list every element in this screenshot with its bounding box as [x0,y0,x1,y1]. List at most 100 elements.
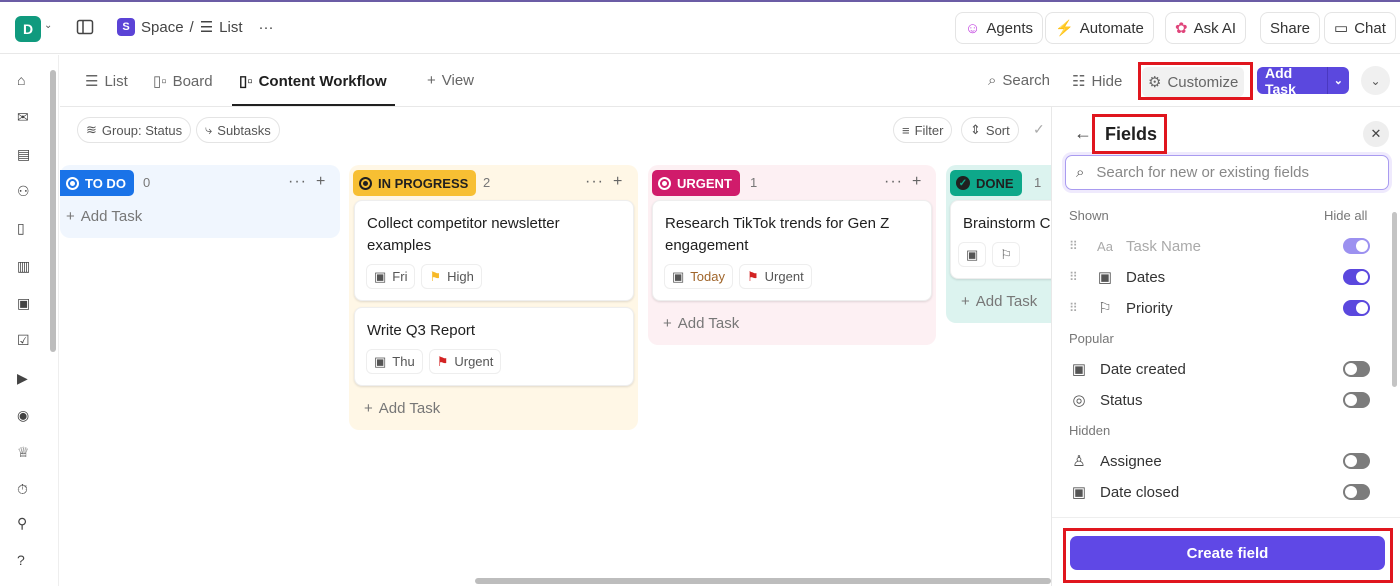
add-task-link[interactable]: + Add Task [663,315,739,332]
workspace-avatar[interactable]: D [15,16,41,42]
task-title: Brainstorm C [963,215,1051,232]
goals-icon[interactable]: ♕ [17,444,37,464]
field-row-dates: ⠿ ▣ Dates [1069,265,1370,289]
status-icon [66,176,79,190]
plus-icon[interactable]: + [912,173,922,191]
dashboards-icon[interactable]: ▥ [17,258,37,278]
subtasks-icon: ⤷ [205,122,213,137]
sidebar-scrollbar[interactable] [50,70,56,352]
subtasks-button[interactable]: ⤷ Subtasks [196,117,280,143]
share-button[interactable]: Share [1260,12,1321,44]
breadcrumb-list[interactable]: List [219,19,242,36]
task-card[interactable]: Write Q3 Report ▣ Thu ⚑ Urgent [354,307,634,386]
field-search-input[interactable]: ⌕ Search for new or existing fields [1065,155,1389,190]
task-card[interactable]: Collect competitor newsletter examples ▣… [354,200,634,301]
panel-scrollbar[interactable] [1392,212,1397,387]
tab-content-workflow[interactable]: ▯▫ Content Workflow [239,72,387,91]
whiteboards-icon[interactable]: ▣ [17,295,37,315]
tab-label: List [104,72,128,90]
flag-icon: ⚐ [1000,246,1012,262]
drag-handle-icon[interactable]: ⠿ [1069,239,1079,253]
date-chip[interactable]: ▣ Fri [366,264,416,289]
docs-icon[interactable]: ▯ [17,220,37,240]
field-toggle[interactable] [1343,238,1370,254]
add-task-link[interactable]: + Add Task [364,400,440,417]
date-chip[interactable]: ▣ Thu [366,349,423,374]
date-chip[interactable]: ▣ Today [664,264,733,289]
chevron-down-icon[interactable]: ⌄ [44,20,52,31]
automate-button[interactable]: ⚡ Automate [1045,12,1154,44]
priority-chip[interactable]: ⚑ High [421,264,482,289]
clips-icon[interactable]: ▶ [17,370,37,390]
horizontal-scrollbar[interactable] [475,578,1051,584]
chevron-down-icon[interactable]: ⌄ [1326,67,1349,94]
status-badge: TO DO [60,170,134,196]
calendar-icon: ▣ [672,268,685,284]
sort-button[interactable]: ⇕ Sort [961,117,1019,143]
close-icon[interactable]: ✕ [1363,121,1389,147]
breadcrumb-separator: / [189,18,194,36]
field-toggle[interactable] [1343,453,1370,469]
task-card[interactable]: Research TikTok trends for Gen Z engagem… [652,200,932,301]
add-view-button[interactable]: + View [427,72,474,89]
more-icon[interactable]: ··· [884,173,903,191]
forms-icon[interactable]: ☑ [17,332,37,352]
add-task-label: Add Task [80,208,143,225]
home-icon[interactable]: ⌂ [17,72,37,92]
drag-handle-icon[interactable]: ⠿ [1069,301,1079,315]
plus-icon[interactable]: + [613,173,623,191]
add-task-link[interactable]: + Add Task [961,293,1037,310]
ask-ai-button[interactable]: ✿ Ask AI [1165,12,1247,44]
help-icon[interactable]: ? [17,552,37,572]
field-toggle[interactable] [1343,300,1370,316]
add-task-button[interactable]: Add Task ⌄ [1257,64,1349,97]
add-task-link[interactable]: + Add Task [66,208,142,225]
group-status-button[interactable]: ≋ Group: Status [77,117,192,143]
hide-all-button[interactable]: Hide all [1324,208,1367,223]
collapse-chevron-icon[interactable]: ⌄ [1361,66,1390,95]
more-icon[interactable]: ··· [259,19,274,36]
chat-button[interactable]: ▭ Chat [1324,12,1396,44]
filter-button[interactable]: ≡ Filter [893,117,953,143]
teams-icon[interactable]: ⚇ [17,183,37,203]
tab-label: View [441,72,475,89]
inbox-icon[interactable]: ✉ [17,109,37,129]
agents-button[interactable]: ☺ Agents [955,12,1044,44]
priority-chip[interactable]: ⚐ [992,242,1020,267]
field-toggle[interactable] [1343,361,1370,377]
sidebar-toggle-icon[interactable] [76,18,94,36]
date-chip[interactable]: ▣ [958,242,987,267]
plus-icon: + [66,208,75,225]
field-toggle[interactable] [1343,269,1370,285]
field-toggle[interactable] [1343,392,1370,408]
timesheets-icon[interactable]: ⏱ [17,481,37,501]
breadcrumb-space[interactable]: Space [141,19,184,36]
field-row-assignee: ♙ Assignee [1069,449,1370,473]
more-icon[interactable]: ··· [288,173,307,191]
priority-chip[interactable]: ⚑ Urgent [739,264,812,289]
chat-icon[interactable]: ▤ [17,146,37,166]
search-button[interactable]: ⌕ Search [988,72,1050,89]
plus-icon: + [427,72,436,89]
highlight-customize [1138,62,1253,100]
highlight-fields-title [1092,114,1167,154]
tab-board[interactable]: ▯▫ Board [153,72,213,91]
plus-icon: + [961,293,970,310]
flag-icon: ⚐ [1098,300,1112,317]
tab-list[interactable]: ☰ List [85,72,128,91]
more-icon[interactable]: ··· [585,173,604,191]
hide-button[interactable]: ☷ Hide [1072,72,1122,91]
field-toggle[interactable] [1343,484,1370,500]
back-arrow-icon[interactable]: ← [1074,123,1092,144]
priority-chip[interactable]: ⚑ Urgent [428,349,502,374]
search-placeholder: Search for new or existing fields [1096,164,1310,181]
task-card[interactable]: Brainstorm C ▣ ⚐ [950,200,1066,279]
drag-handle-icon[interactable]: ⠿ [1069,270,1079,284]
add-task-label: Add Task [1265,64,1296,97]
invite-user-icon[interactable]: ⚲ [17,515,37,535]
plus-icon[interactable]: + [316,173,326,191]
pulse-icon[interactable]: ◉ [17,407,37,427]
flag-icon: ⚑ [436,353,449,369]
check-circle-icon[interactable]: ✓ [1033,121,1045,138]
field-row-priority: ⠿ ⚐ Priority [1069,296,1370,320]
